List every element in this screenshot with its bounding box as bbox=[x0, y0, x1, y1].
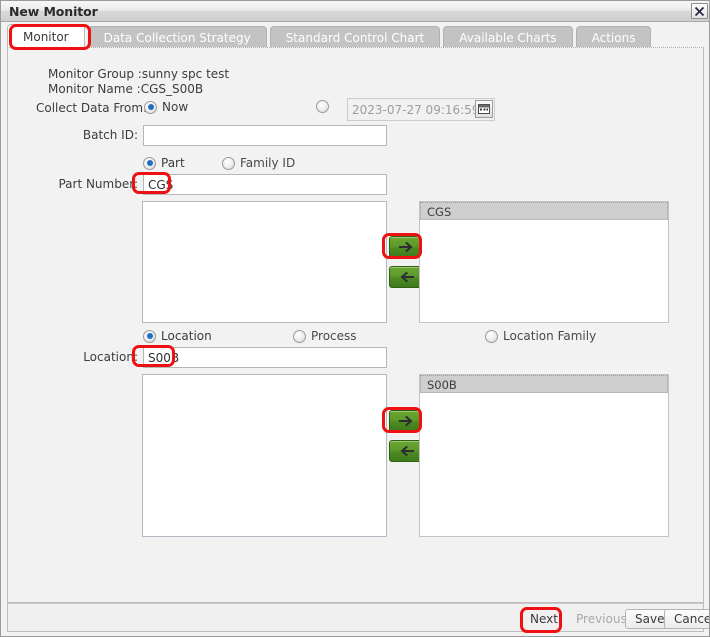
location-selected-list-header: S00B bbox=[420, 375, 668, 393]
location-selected-list-body bbox=[420, 393, 668, 536]
collect-data-from-label: Collect Data From: bbox=[36, 101, 148, 115]
radio-part[interactable]: Part bbox=[143, 156, 185, 170]
arrow-right-icon bbox=[399, 241, 413, 253]
arrow-left-icon bbox=[400, 445, 414, 457]
arrow-right-icon bbox=[399, 415, 413, 427]
location-label: Location: bbox=[83, 350, 138, 364]
radio-dot-icon bbox=[293, 329, 306, 343]
radio-dot-icon bbox=[143, 156, 156, 170]
window-titlebar: New Monitor bbox=[1, 1, 709, 22]
part-number-input[interactable] bbox=[143, 174, 387, 195]
radio-location-family-label: Location Family bbox=[503, 329, 597, 343]
part-available-list[interactable] bbox=[142, 201, 387, 323]
location-selected-list[interactable]: S00B bbox=[419, 374, 669, 537]
radio-dot-icon bbox=[144, 100, 157, 114]
radio-process[interactable]: Process bbox=[293, 329, 357, 343]
tab-monitor[interactable]: Monitor bbox=[7, 24, 85, 49]
tab-strip: Monitor Data Collection Strategy Standar… bbox=[1, 22, 709, 49]
location-available-list-body bbox=[143, 375, 386, 536]
close-icon[interactable] bbox=[691, 3, 708, 19]
radio-part-label: Part bbox=[161, 156, 185, 170]
tab-standard-control-chart[interactable]: Standard Control Chart bbox=[269, 26, 441, 49]
collect-date-input[interactable] bbox=[347, 98, 495, 121]
radio-dot-icon bbox=[143, 329, 156, 343]
collect-date-field-wrapper bbox=[347, 98, 495, 121]
cancel-button[interactable]: Cancel bbox=[664, 609, 709, 629]
radio-location-label: Location bbox=[161, 329, 212, 343]
next-button[interactable]: Next bbox=[520, 609, 568, 629]
location-available-list[interactable] bbox=[142, 374, 387, 537]
part-number-label: Part Number: bbox=[58, 177, 138, 191]
radio-dot-icon bbox=[485, 329, 498, 343]
part-selected-list-header: CGS bbox=[420, 202, 668, 220]
tab-available-charts[interactable]: Available Charts bbox=[443, 26, 573, 49]
tab-actions[interactable]: Actions bbox=[575, 26, 652, 49]
radio-process-label: Process bbox=[311, 329, 357, 343]
radio-dot-icon bbox=[316, 100, 329, 113]
location-input[interactable] bbox=[143, 347, 387, 368]
radio-location-family[interactable]: Location Family bbox=[485, 329, 596, 343]
part-selected-list-body bbox=[420, 220, 668, 322]
radio-family-id[interactable]: Family ID bbox=[222, 156, 295, 170]
dialog-button-bar: Next Previous Save Cancel bbox=[7, 603, 709, 632]
radio-collect-now-label: Now bbox=[162, 100, 189, 114]
radio-collect-now[interactable]: Now bbox=[144, 100, 188, 114]
new-monitor-dialog: New Monitor Monitor Data Collection Stra… bbox=[0, 0, 710, 637]
batch-id-input[interactable] bbox=[143, 125, 387, 146]
monitor-group-label: Monitor Group :sunny spc test bbox=[48, 67, 230, 81]
radio-dot-icon bbox=[222, 156, 235, 170]
tab-data-collection-strategy[interactable]: Data Collection Strategy bbox=[87, 26, 267, 49]
window-title: New Monitor bbox=[9, 4, 98, 19]
calendar-icon[interactable] bbox=[475, 100, 493, 118]
batch-id-label: Batch ID: bbox=[82, 128, 138, 142]
part-available-list-body bbox=[143, 202, 386, 322]
monitor-name-label: Monitor Name :CGS_S00B bbox=[48, 82, 204, 96]
part-selected-list[interactable]: CGS bbox=[419, 201, 669, 323]
radio-family-id-label: Family ID bbox=[240, 156, 296, 170]
arrow-left-icon bbox=[400, 271, 414, 283]
radio-location[interactable]: Location bbox=[143, 329, 212, 343]
radio-collect-from-date[interactable] bbox=[316, 100, 334, 113]
monitor-form-panel: Monitor Group :sunny spc test Monitor Na… bbox=[7, 47, 704, 603]
